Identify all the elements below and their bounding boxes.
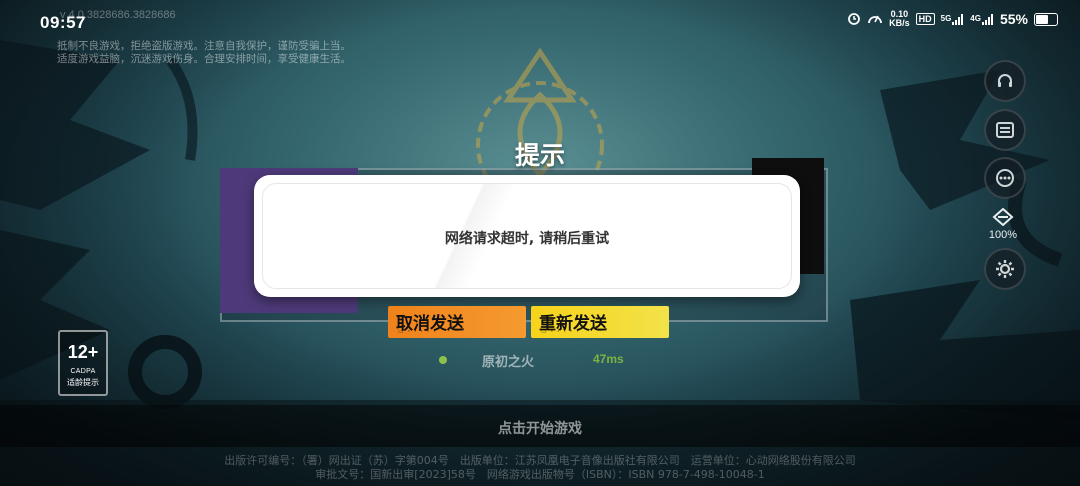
hd-icon: HD bbox=[915, 13, 935, 25]
signal-bars-icon bbox=[952, 13, 964, 25]
status-icons: 0.10 KB/s HD 5G 4G 55% bbox=[847, 10, 1058, 28]
age-rating-tip: 适龄提示 bbox=[67, 378, 99, 387]
battery-icon bbox=[1034, 12, 1058, 26]
net-speed: 0.10 KB/s bbox=[889, 10, 910, 28]
server-status-dot bbox=[439, 356, 447, 364]
signal-bars-icon bbox=[981, 13, 993, 25]
customer-service-button[interactable] bbox=[984, 60, 1026, 102]
resend-button[interactable]: 重新发送 ▭ · · · · · bbox=[531, 306, 669, 338]
server-selector[interactable]: 原初之火 47ms bbox=[0, 351, 1080, 371]
server-name: 原初之火 bbox=[482, 355, 535, 370]
start-game-label[interactable]: 点击开始游戏 bbox=[0, 418, 1080, 438]
battery-percent: 55% bbox=[999, 11, 1028, 27]
health-notice: 抵制不良游戏，拒绝盗版游戏。注意自我保护，谨防受骗上当。 适度游戏益脑，沉迷游戏… bbox=[57, 40, 351, 66]
license-line: 审批文号：国新出审[2023]58号 网络游戏出版物号（ISBN）：ISBN 9… bbox=[315, 468, 765, 481]
alarm-icon bbox=[847, 11, 861, 28]
server-ping: 47ms bbox=[593, 352, 624, 366]
signal-5g: 5G bbox=[940, 13, 965, 25]
gear-icon bbox=[996, 260, 1014, 278]
version-text: v 4.0.3828686.3828686 bbox=[60, 9, 176, 21]
health-notice-line: 抵制不良游戏，拒绝盗版游戏。注意自我保护，谨防受骗上当。 bbox=[57, 40, 351, 52]
speedometer-icon bbox=[867, 11, 883, 28]
dialog-message: 网络请求超时, 请稍后重试 bbox=[444, 231, 610, 247]
network-diamond-icon bbox=[992, 207, 1014, 227]
signal-4g: 4G bbox=[970, 13, 994, 25]
settings-button[interactable] bbox=[984, 248, 1026, 290]
cancel-send-button[interactable]: 取消发送 ▭ · · · · · bbox=[388, 306, 526, 338]
network-percent: 100% bbox=[988, 229, 1018, 241]
button-decoration: ▭ · · · · · bbox=[541, 328, 580, 335]
dialog-title: 提示 bbox=[514, 141, 565, 170]
signal-4g-label: 4G bbox=[970, 13, 981, 23]
network-status[interactable]: 100% bbox=[984, 207, 1022, 241]
net-speed-unit: KB/s bbox=[889, 18, 910, 28]
headset-icon bbox=[998, 74, 1012, 87]
button-decoration: ▭ · · · · · bbox=[398, 328, 437, 335]
error-dialog: 网络请求超时, 请稍后重试 bbox=[254, 175, 800, 297]
signal-5g-label: 5G bbox=[940, 13, 952, 23]
health-notice-line: 适度游戏益脑，沉迷游戏伤身。合理安排时间，享受健康生活。 bbox=[57, 53, 351, 65]
